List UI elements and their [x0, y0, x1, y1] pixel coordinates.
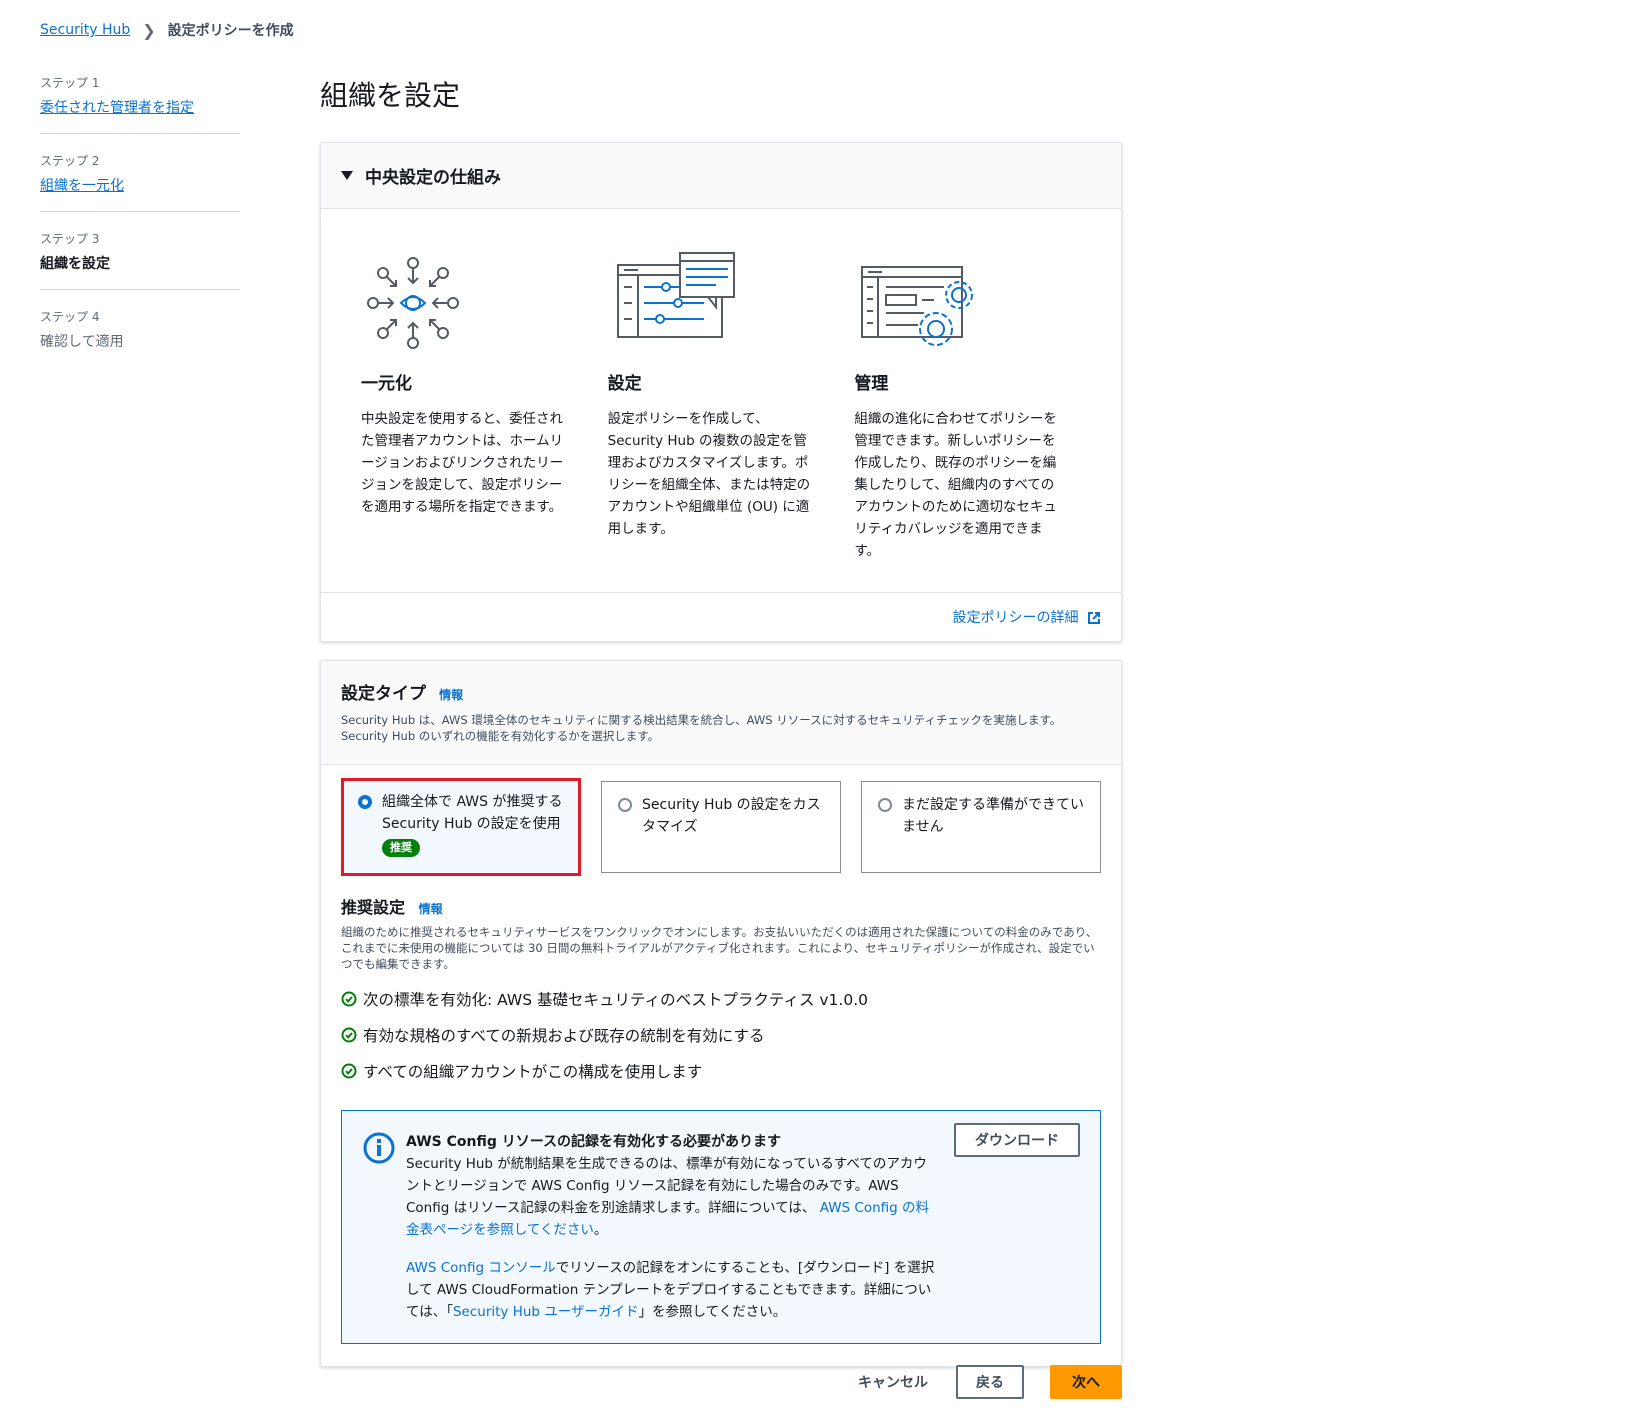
next-button[interactable]: 次へ — [1050, 1365, 1122, 1399]
breadcrumb-current: 設定ポリシーを作成 — [167, 23, 294, 39]
config-type-tiles: 組織全体で AWS が推奨する Security Hub の設定を使用 推奨 S… — [341, 778, 1101, 876]
config-type-description: Security Hub は、AWS 環境全体のセキュリティに関する検出結果を統… — [341, 712, 1101, 744]
check-item: 次の標準を有効化: AWS 基礎セキュリティのベストプラクティス v1.0.0 — [341, 988, 1101, 1010]
recommended-description: 組織のために推奨されるセキュリティサービスをワンクリックでオンにします。お支払い… — [341, 925, 1098, 971]
step-3-label-current: 組織を設定 — [40, 256, 110, 272]
step-1-link[interactable]: 委任された管理者を指定 — [40, 100, 194, 116]
check-item: 有効な規格のすべての新規および既存の統制を有効にする — [341, 1024, 1101, 1046]
info-circle-icon — [363, 1132, 395, 1164]
step-4: ステップ 4 確認して適用 — [40, 304, 240, 367]
tile-label: まだ設定する準備ができていません — [902, 797, 1084, 835]
tile-not-ready[interactable]: まだ設定する準備ができていません — [861, 781, 1101, 873]
recommended-title: 推奨設定 — [341, 898, 406, 917]
config-type-desc-line2: Security Hub のいずれの機能を有効化するかを選択します。 — [341, 729, 660, 743]
config-type-body: 組織全体で AWS が推奨する Security Hub の設定を使用 推奨 S… — [321, 765, 1121, 1366]
config-type-title: 設定タイプ — [341, 684, 426, 704]
cancel-button[interactable]: キャンセル — [858, 1372, 928, 1392]
aws-config-console-link[interactable]: AWS Config コンソール — [406, 1260, 556, 1276]
radio-button-checked[interactable] — [358, 795, 372, 809]
radio-button[interactable] — [618, 798, 632, 812]
step-number: ステップ 4 — [40, 310, 100, 324]
feature-title: 一元化 — [361, 374, 412, 394]
feature-centralize: 一元化 中央設定を使用すると、委任された管理者アカウントは、ホームリージョンおよ… — [361, 251, 608, 562]
config-type-desc-line1: Security Hub は、AWS 環境全体のセキュリティに関する検出結果を統… — [341, 713, 1062, 727]
main-content: 組織を設定 中央設定の仕組み 一元化 中央設定を使用すると、委任された管理者アカ… — [320, 60, 1122, 1367]
tile-label: Security Hub の設定をカスタマイズ — [642, 797, 821, 835]
breadcrumb: Security Hub ❯ 設定ポリシーを作成 — [40, 20, 294, 40]
recommended-settings-heading: 推奨設定 情報 — [341, 894, 1101, 918]
feature-title: 設定 — [607, 374, 642, 394]
recommended-checklist: 次の標準を有効化: AWS 基礎セキュリティのベストプラクティス v1.0.0 … — [341, 988, 1101, 1082]
page-title: 組織を設定 — [320, 79, 461, 112]
radio-button[interactable] — [878, 798, 892, 812]
download-button[interactable]: ダウンロード — [954, 1123, 1080, 1157]
how-it-works-toggle[interactable]: 中央設定の仕組み — [321, 143, 1121, 209]
how-it-works-footer: 設定ポリシーの詳細 — [321, 592, 1121, 641]
recommended-badge: 推奨 — [382, 839, 420, 857]
check-item-label: 有効な規格のすべての新規および既存の統制を有効にする — [363, 1027, 765, 1045]
tile-label: 組織全体で AWS が推奨する Security Hub の設定を使用 — [382, 794, 563, 832]
check-item: すべての組織アカウントがこの構成を使用します — [341, 1060, 1101, 1082]
check-item-label: 次の標準を有効化: AWS 基礎セキュリティのベストプラクティス v1.0.0 — [363, 991, 868, 1009]
check-circle-icon — [341, 1027, 357, 1043]
centralize-icon — [367, 257, 459, 349]
feature-list: 一元化 中央設定を使用すると、委任された管理者アカウントは、ホームリージョンおよ… — [321, 209, 1121, 592]
caret-down-icon — [341, 171, 353, 180]
alert-text: 。 — [593, 1222, 608, 1238]
step-3: ステップ 3 組織を設定 — [40, 226, 240, 290]
tile-customize[interactable]: Security Hub の設定をカスタマイズ — [601, 781, 841, 873]
step-4-label: 確認して適用 — [40, 334, 124, 350]
feature-description: 中央設定を使用すると、委任された管理者アカウントは、ホームリージョンおよびリンク… — [361, 411, 564, 515]
config-type-info-link[interactable]: 情報 — [439, 688, 463, 702]
configure-icon — [616, 252, 735, 338]
tile-recommended[interactable]: 組織全体で AWS が推奨する Security Hub の設定を使用 推奨 — [341, 778, 581, 876]
feature-configure: 設定 設定ポリシーを作成して、Security Hub の複数の設定を管理および… — [608, 251, 855, 562]
alert-text: 」を参照してください。 — [638, 1304, 787, 1320]
wizard-actions: キャンセル 戻る 次へ — [320, 1365, 1122, 1399]
how-it-works-title: 中央設定の仕組み — [365, 168, 501, 188]
step-number: ステップ 1 — [40, 76, 100, 90]
alert-paragraph-1: Security Hub が統制結果を生成できるのは、標準が有効になっているすべ… — [406, 1153, 936, 1241]
alert-title: AWS Config リソースの記録を有効化する必要があります — [406, 1134, 782, 1150]
breadcrumb-security-hub-link[interactable]: Security Hub — [40, 22, 130, 38]
config-type-panel: 設定タイプ 情報 Security Hub は、AWS 環境全体のセキュリティに… — [320, 660, 1122, 1367]
feature-description: 設定ポリシーを作成して、Security Hub の複数の設定を管理およびカスタ… — [607, 411, 811, 537]
manage-icon — [861, 266, 974, 346]
check-circle-icon — [341, 991, 357, 1007]
step-number: ステップ 2 — [40, 154, 100, 168]
feature-description: 組織の進化に合わせてポリシーを管理できます。新しいポリシーを作成したり、既存のポ… — [854, 411, 1057, 559]
wizard-steps: ステップ 1 委任された管理者を指定 ステップ 2 組織を一元化 ステップ 3 … — [40, 70, 240, 381]
step-number: ステップ 3 — [40, 232, 100, 246]
chevron-right-icon: ❯ — [142, 20, 156, 40]
feature-manage: 管理 組織の進化に合わせてポリシーを管理できます。新しいポリシーを作成したり、既… — [854, 251, 1101, 562]
policy-details-link[interactable]: 設定ポリシーの詳細 — [953, 610, 1079, 626]
step-2: ステップ 2 組織を一元化 — [40, 148, 240, 212]
check-circle-icon — [341, 1063, 357, 1079]
external-link-icon — [1088, 612, 1100, 624]
feature-title: 管理 — [854, 374, 889, 394]
check-item-label: すべての組織アカウントがこの構成を使用します — [363, 1063, 703, 1081]
alert-paragraph-2: AWS Config コンソールでリソースの記録をオンにすることも、[ダウンロー… — [406, 1257, 936, 1323]
back-button[interactable]: 戻る — [956, 1365, 1024, 1399]
how-it-works-panel: 中央設定の仕組み 一元化 中央設定を使用すると、委任された管理者アカウントは、ホ… — [320, 142, 1122, 642]
recommended-info-link[interactable]: 情報 — [419, 902, 443, 916]
alert-content: AWS Config リソースの記録を有効化する必要があります Security… — [406, 1131, 936, 1323]
user-guide-link[interactable]: Security Hub ユーザーガイド — [453, 1304, 639, 1320]
aws-config-alert: AWS Config リソースの記録を有効化する必要があります Security… — [341, 1110, 1101, 1344]
step-2-link[interactable]: 組織を一元化 — [40, 178, 124, 194]
step-1: ステップ 1 委任された管理者を指定 — [40, 70, 240, 134]
config-type-header: 設定タイプ 情報 Security Hub は、AWS 環境全体のセキュリティに… — [321, 661, 1121, 765]
